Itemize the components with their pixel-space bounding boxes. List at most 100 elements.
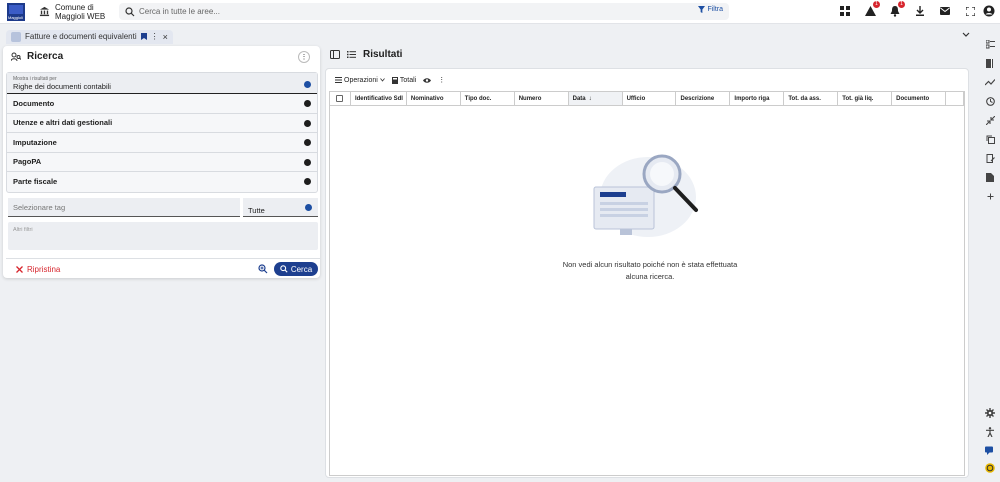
organization-name[interactable]: Comune di Maggioli WEB bbox=[55, 3, 115, 21]
column-header-sorted[interactable]: Data ↓ bbox=[568, 92, 623, 105]
copy-icon[interactable] bbox=[985, 134, 995, 144]
filter-accordion: Mostra i risultati per Righe dei documen… bbox=[6, 72, 318, 193]
mail-icon[interactable] bbox=[938, 4, 952, 18]
accordion-parte-fiscale[interactable]: Parte fiscale bbox=[7, 172, 317, 192]
totals-button[interactable]: Totali bbox=[391, 76, 417, 84]
history-icon[interactable] bbox=[985, 96, 995, 106]
expand-icon bbox=[304, 119, 311, 127]
expand-icon bbox=[304, 158, 311, 166]
accordion-label: Utenze e altri dati gestionali bbox=[13, 118, 113, 128]
select-all-checkbox[interactable] bbox=[330, 92, 351, 105]
expand-icon bbox=[304, 100, 311, 107]
tab-close-icon[interactable]: × bbox=[163, 32, 168, 42]
search-button-label: Cerca bbox=[290, 264, 313, 274]
column-header[interactable]: Identificativo SdI bbox=[351, 92, 407, 105]
tab-menu-icon[interactable]: ⋮ bbox=[151, 32, 159, 41]
results-toolbar: Operazioni Totali ⋮ bbox=[326, 69, 968, 91]
warning-icon[interactable]: 1 bbox=[863, 1, 880, 18]
chevron-down-icon bbox=[304, 81, 311, 88]
column-header[interactable]: Tot. da ass. bbox=[784, 92, 839, 105]
top-actions: 1 1 bbox=[838, 1, 977, 18]
chat-icon[interactable] bbox=[985, 446, 995, 458]
trending-icon[interactable] bbox=[985, 77, 995, 87]
search-panel: Ricerca ⋮ Mostra i risultati per Righe d… bbox=[3, 46, 320, 278]
accordion-label: Imputazione bbox=[13, 137, 57, 147]
bookmark-icon[interactable] bbox=[140, 33, 147, 40]
filter-button[interactable]: Filtra bbox=[698, 6, 723, 13]
menu-icon bbox=[335, 77, 342, 83]
operations-label: Operazioni bbox=[344, 76, 378, 84]
tab-fatture[interactable]: Fatture e documenti equivalenti ⋮ × bbox=[6, 29, 173, 44]
global-search[interactable]: Filtra bbox=[119, 3, 729, 20]
tags-filter-value: Tutte bbox=[248, 206, 265, 215]
sort-arrow-icon: ↓ bbox=[588, 95, 592, 102]
results-title: Risultati bbox=[363, 49, 403, 60]
reset-label: Ripristina bbox=[27, 265, 61, 274]
edit-document-icon[interactable] bbox=[985, 153, 995, 163]
collapse-icon[interactable] bbox=[985, 115, 995, 125]
column-header[interactable]: Descrizione bbox=[676, 92, 731, 105]
help-icon[interactable] bbox=[985, 463, 995, 475]
reset-button[interactable]: Ripristina bbox=[16, 265, 60, 274]
expand-icon bbox=[304, 139, 311, 146]
search-panel-header: Ricerca bbox=[3, 46, 320, 66]
show-results-select[interactable]: Mostra i risultati per Righe dei documen… bbox=[7, 73, 317, 94]
search-panel-title: Ricerca bbox=[27, 50, 64, 62]
notifications-icon[interactable]: 1 bbox=[888, 1, 905, 18]
column-header[interactable]: Tot. già liq. bbox=[838, 92, 893, 105]
chevron-down-icon[interactable] bbox=[962, 31, 970, 40]
column-header[interactable]: Nominativo bbox=[407, 92, 461, 105]
accordion-label: PagoPA bbox=[13, 157, 42, 167]
accordion-imputazione[interactable]: Imputazione bbox=[7, 133, 317, 153]
visibility-icon[interactable] bbox=[423, 77, 432, 83]
search-button[interactable]: Cerca bbox=[274, 262, 318, 276]
document-tab-icon bbox=[11, 31, 21, 42]
results-header: Risultati bbox=[330, 49, 402, 60]
maggioli-logo[interactable]: Maggioli bbox=[7, 2, 25, 21]
accessibility-icon[interactable] bbox=[985, 427, 995, 439]
search-panel-menu-icon[interactable]: ⋮ bbox=[298, 51, 310, 63]
filter-icon bbox=[698, 6, 706, 13]
add-icon[interactable] bbox=[985, 191, 995, 201]
calculator-icon bbox=[391, 76, 398, 84]
settings-icon[interactable] bbox=[985, 408, 995, 420]
accordion-utenze[interactable]: Utenze e altri dati gestionali bbox=[7, 114, 317, 133]
dashboard-icon[interactable] bbox=[838, 4, 852, 18]
column-header[interactable]: Ufficio bbox=[623, 92, 677, 105]
column-header[interactable]: Numero bbox=[515, 92, 569, 105]
file-icon[interactable] bbox=[985, 172, 995, 182]
book-icon[interactable] bbox=[985, 58, 995, 68]
fullscreen-icon[interactable] bbox=[963, 4, 977, 18]
global-search-input[interactable] bbox=[139, 7, 659, 16]
empty-state-line-1: Non vedi alcun risultato poiché non è st… bbox=[562, 260, 738, 269]
expand-icon bbox=[304, 178, 311, 185]
user-account-icon[interactable] bbox=[983, 5, 995, 19]
column-header[interactable]: Documento bbox=[892, 92, 947, 105]
toolbar-menu-icon[interactable]: ⋮ bbox=[438, 76, 445, 84]
search-icon bbox=[280, 265, 288, 273]
show-results-value: Righe dei documenti contabili bbox=[13, 82, 111, 91]
totals-label: Totali bbox=[399, 76, 417, 84]
zoom-in-icon[interactable] bbox=[258, 264, 268, 276]
chevron-down-icon bbox=[305, 204, 312, 211]
sidebar-toggle-icon[interactable] bbox=[330, 50, 340, 59]
tags-input[interactable]: Selezionare tag bbox=[8, 198, 240, 217]
accordion-documento[interactable]: Documento bbox=[7, 94, 317, 114]
column-header[interactable]: Tipo doc. bbox=[461, 92, 515, 105]
download-icon[interactable] bbox=[913, 4, 927, 18]
checklist-icon[interactable] bbox=[985, 39, 995, 49]
column-header[interactable]: Importo riga bbox=[730, 92, 785, 105]
tags-filter-select[interactable]: Tutte bbox=[243, 198, 318, 217]
accordion-pagopa[interactable]: PagoPA bbox=[7, 153, 317, 172]
top-bar: Maggioli Comune di Maggioli WEB Filtra 1… bbox=[0, 0, 1000, 24]
operations-menu[interactable]: Operazioni bbox=[335, 77, 385, 84]
results-table: Identificativo SdI Nominativo Tipo doc. … bbox=[329, 91, 965, 476]
org-line-1: Comune di bbox=[55, 2, 94, 12]
empty-state-line-2: alcuna ricerca. bbox=[625, 272, 675, 281]
accordion-label: Documento bbox=[13, 98, 55, 108]
search-icon bbox=[125, 6, 135, 16]
column-header-spacer bbox=[946, 92, 965, 105]
empty-search-illustration bbox=[593, 154, 698, 237]
column-label: Data bbox=[572, 95, 586, 102]
other-filters-field[interactable]: Altri filtri bbox=[8, 222, 318, 250]
